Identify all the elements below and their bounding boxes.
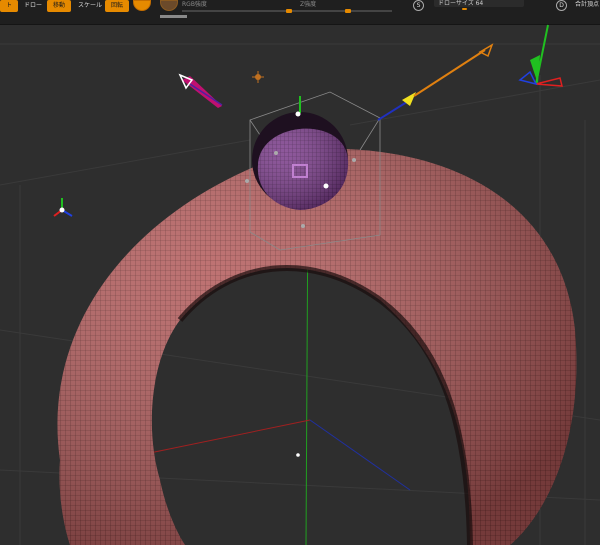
z-axis-line (309, 419, 411, 491)
purple-shaft (189, 83, 223, 106)
orange-cone (478, 43, 494, 58)
gizmo-point-left (245, 179, 249, 183)
top-toolbar: ト ドロー 移動 スケール 回転 RGB強度 Z強度 S ドローサイズ 64 D… (0, 0, 600, 25)
z-intensity-label: Z強度 (300, 1, 317, 8)
rotate-button[interactable]: 回転 (105, 0, 130, 12)
gizmo-point-bottom (301, 224, 305, 228)
orient-y-cone (530, 55, 540, 84)
d-button[interactable]: D (556, 0, 567, 11)
orientation-gizmo (518, 24, 563, 87)
gizmo-point-left2 (274, 151, 278, 155)
edit-button[interactable]: ト (0, 0, 19, 12)
orange-shaft (413, 49, 486, 97)
gizmo-point-top (295, 111, 301, 117)
3d-viewport[interactable] (0, 24, 600, 545)
local-origin (59, 207, 65, 213)
draw-size-field[interactable]: ドローサイズ 64 (434, 0, 524, 7)
gizmo-point-right (323, 183, 329, 189)
local-axis-icon (53, 198, 73, 217)
s-button[interactable]: S (413, 0, 424, 11)
gizmo-point-right2 (352, 158, 356, 162)
move-button[interactable]: 移動 (47, 0, 72, 12)
axis-cones (178, 43, 494, 121)
light-icon (252, 71, 264, 83)
light-rays (252, 71, 264, 83)
draw-button[interactable]: ドロー (18, 0, 48, 12)
rgb-intensity-label: RGB強度 (182, 1, 207, 8)
rgb-slider-knob[interactable] (286, 9, 292, 13)
viewport-canvas[interactable] (0, 24, 600, 545)
orient-z-cone (518, 70, 538, 86)
scale-button[interactable]: スケール (72, 0, 108, 12)
scroll-indicator[interactable] (160, 15, 187, 18)
x-axis-line (139, 419, 311, 456)
z-slider-knob[interactable] (345, 9, 351, 13)
grid-line (0, 139, 251, 186)
total-points-label: 合計頂点 (575, 1, 600, 8)
texture-sphere-icon[interactable] (160, 0, 178, 11)
material-sphere-icon[interactable] (133, 0, 151, 11)
draw-size-knob[interactable] (462, 8, 467, 10)
floor-pivot-point (296, 453, 300, 457)
